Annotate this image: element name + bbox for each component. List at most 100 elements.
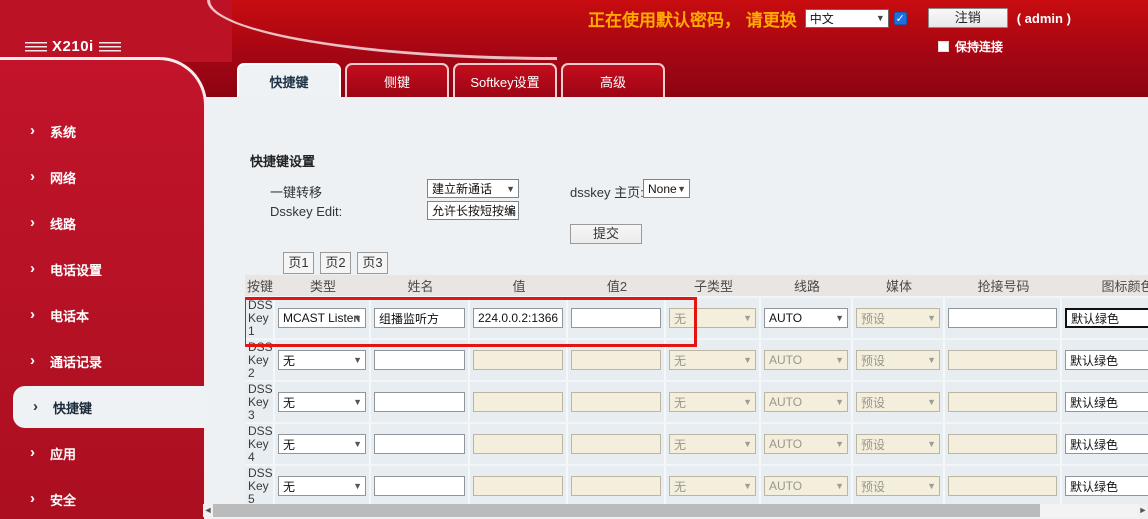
page-button[interactable]: 页3 — [357, 252, 388, 274]
chevron-right-icon: › — [30, 445, 35, 460]
sidebar-item[interactable]: › 电话设置 — [0, 246, 207, 292]
scrollbar-thumb[interactable] — [213, 504, 1040, 517]
pickup-number-input[interactable] — [948, 308, 1057, 328]
column-header: 值2 — [568, 275, 666, 296]
type-select[interactable]: 无 ▼ — [278, 476, 366, 496]
section-title: 快捷键设置 — [250, 151, 315, 170]
sidebar-item[interactable]: › 系统 — [0, 108, 207, 154]
line-select[interactable]: AUTO ▼ — [764, 392, 848, 412]
name-input[interactable] — [374, 392, 465, 412]
value2-input[interactable] — [571, 434, 661, 454]
sidebar-item[interactable]: › 通话记录 — [0, 338, 207, 384]
key-cell: DSS Key 3 — [245, 382, 275, 422]
transfer-select[interactable]: 建立新通话 ▼ — [427, 179, 519, 198]
column-header: 姓名 — [371, 275, 470, 296]
pickup-number-input[interactable] — [948, 434, 1057, 454]
subtype-select[interactable]: 无 ▼ — [669, 476, 756, 496]
icon-color-select[interactable]: 默认绿色 ▼ — [1065, 350, 1148, 370]
chevron-down-icon: ▼ — [927, 439, 936, 449]
sidebar-item[interactable]: › 网络 — [0, 154, 207, 200]
media-select[interactable]: 预设 ▼ — [856, 434, 940, 454]
page-button[interactable]: 页2 — [320, 252, 351, 274]
column-header: 线路 — [761, 275, 853, 296]
chevron-down-icon: ▼ — [927, 355, 936, 365]
icon-color-select[interactable]: 默认绿色 ▼ — [1065, 308, 1148, 328]
chevron-down-icon: ▼ — [353, 439, 362, 449]
name-input[interactable] — [374, 434, 465, 454]
icon-color-select[interactable]: 默认绿色 ▼ — [1065, 434, 1148, 454]
media-select[interactable]: 预设 ▼ — [856, 392, 940, 412]
column-header: 抢接号码 — [945, 275, 1062, 296]
sidebar-item[interactable]: › 应用 — [0, 430, 207, 476]
chevron-right-icon: › — [30, 307, 35, 322]
pickup-number-input[interactable] — [948, 392, 1057, 412]
scroll-left-arrow-icon[interactable]: ◄ — [203, 504, 213, 517]
type-select[interactable]: 无 ▼ — [278, 350, 366, 370]
pickup-number-input[interactable] — [948, 476, 1057, 496]
sidebar-item[interactable]: › 安全 — [0, 476, 207, 519]
table-body: DSS Key 1 MCAST Listen ▼ 无 ▼ — [245, 296, 1148, 506]
name-input[interactable] — [374, 476, 465, 496]
table-row: DSS Key 5 无 ▼ 无 ▼ — [245, 464, 1148, 506]
icon-color-select[interactable]: 默认绿色 ▼ — [1065, 476, 1148, 496]
sidebar-item[interactable]: › 电话本 — [0, 292, 207, 338]
name-input[interactable] — [374, 350, 465, 370]
value-input[interactable] — [473, 308, 563, 328]
tab-label: 侧键 — [384, 72, 410, 91]
chevron-right-icon: › — [30, 261, 35, 276]
dsskey-home-select[interactable]: None ▼ — [643, 179, 690, 198]
type-select[interactable]: 无 ▼ — [278, 434, 366, 454]
sidebar-item[interactable]: › 快捷键 — [13, 386, 207, 428]
subtype-select[interactable]: 无 ▼ — [669, 392, 756, 412]
keep-online-checkbox[interactable] — [938, 41, 949, 52]
type-select[interactable]: 无 ▼ — [278, 392, 366, 412]
chevron-down-icon: ▼ — [353, 397, 362, 407]
chevron-down-icon: ▼ — [835, 481, 844, 491]
type-select[interactable]: MCAST Listen ▼ — [278, 308, 366, 328]
logout-button[interactable]: 注销 — [928, 8, 1008, 28]
subtype-select[interactable]: 无 ▼ — [669, 350, 756, 370]
scroll-right-arrow-icon[interactable]: ► — [1138, 504, 1148, 517]
tab-label: 快捷键 — [269, 72, 308, 91]
submit-button[interactable]: 提交 — [570, 224, 642, 244]
horizontal-scrollbar[interactable]: ◄ ► — [203, 504, 1148, 517]
value-input[interactable] — [473, 476, 563, 496]
app-window: X210i 正在使用默认密码， 请更换 中文 ▼ ✓ 注销 ( admin ) … — [0, 0, 1148, 519]
media-select[interactable]: 预设 ▼ — [856, 476, 940, 496]
line-select[interactable]: AUTO ▼ — [764, 476, 848, 496]
pickup-number-input[interactable] — [948, 350, 1057, 370]
chevron-down-icon: ▼ — [876, 14, 885, 23]
subtype-select[interactable]: 无 ▼ — [669, 308, 756, 328]
line-select[interactable]: AUTO ▼ — [764, 350, 848, 370]
icon-color-select[interactable]: 默认绿色 ▼ — [1065, 392, 1148, 412]
sidebar-item-label: 线路 — [50, 214, 76, 233]
key-cell: DSS Key 1 — [245, 298, 275, 338]
value2-input[interactable] — [571, 350, 661, 370]
page-button[interactable]: 页1 — [283, 252, 314, 274]
value-input[interactable] — [473, 392, 563, 412]
language-apply-checkbox[interactable]: ✓ — [894, 12, 907, 25]
value2-input[interactable] — [571, 476, 661, 496]
language-select[interactable]: 中文 ▼ — [805, 9, 889, 28]
value-input[interactable] — [473, 434, 563, 454]
tab[interactable]: Softkey设置 — [453, 63, 557, 97]
column-header: 值 — [470, 275, 568, 296]
tab[interactable]: 快捷键 — [237, 63, 341, 97]
dsskey-edit-select[interactable]: 允许长按短按编 ▼ — [427, 201, 519, 220]
media-select[interactable]: 预设 ▼ — [856, 308, 940, 328]
column-header: 媒体 — [853, 275, 945, 296]
default-password-warning: 正在使用默认密码， 请更换 — [588, 6, 797, 31]
line-select[interactable]: AUTO ▼ — [764, 308, 848, 328]
dss-key-table: 按键 类型 姓名 值 值2 子类型 线路 媒体 抢接号码 图标颜色 — [245, 275, 1148, 506]
subtype-select[interactable]: 无 ▼ — [669, 434, 756, 454]
tab[interactable]: 侧键 — [345, 63, 449, 97]
media-select[interactable]: 预设 ▼ — [856, 350, 940, 370]
value2-input[interactable] — [571, 308, 661, 328]
name-input[interactable] — [374, 308, 465, 328]
value2-input[interactable] — [571, 392, 661, 412]
value-input[interactable] — [473, 350, 563, 370]
tab[interactable]: 高级 — [561, 63, 665, 97]
line-select[interactable]: AUTO ▼ — [764, 434, 848, 454]
sidebar-item-label: 应用 — [50, 444, 76, 463]
sidebar-item[interactable]: › 线路 — [0, 200, 207, 246]
